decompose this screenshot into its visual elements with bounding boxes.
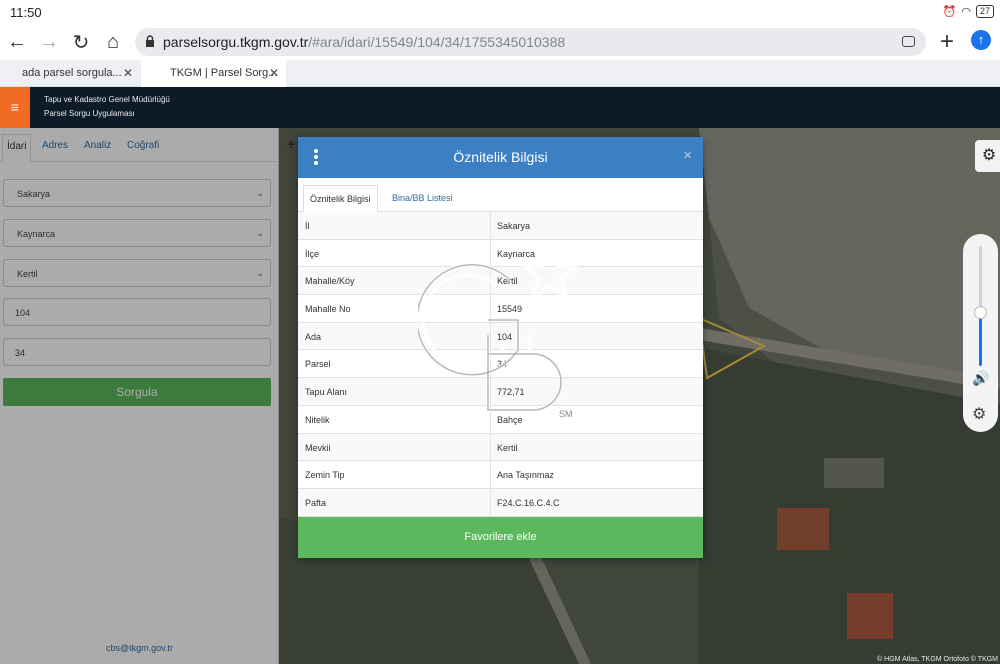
column-divider: [490, 212, 491, 239]
status-bar: 11:50 ⏰ ◠ 27: [0, 0, 1000, 24]
attribute-value: 15549: [497, 304, 523, 315]
volume-slider-knob[interactable]: [974, 306, 987, 319]
tab-switcher-icon[interactable]: [902, 36, 915, 47]
url-text: parselsorgu.tkgm.gov.tr/#ara/idari/15549…: [163, 34, 566, 50]
column-divider: [490, 239, 491, 267]
attribute-key: İlçe: [305, 248, 320, 259]
volume-fill: [979, 312, 982, 366]
map-attribution: © HGM Atlas, TKGM Ortofoto © TKGM: [877, 656, 998, 663]
column-divider: [490, 461, 491, 488]
attribute-key: Mevkii: [305, 442, 331, 453]
dialog-header: Öznitelik Bilgisi ×: [298, 137, 703, 178]
lock-icon: [146, 35, 154, 47]
table-row: Mevkii Kertil: [298, 433, 703, 462]
attribute-key: Pafta: [305, 497, 327, 508]
attribute-key: Zemin Tip: [305, 470, 345, 481]
attribute-info-dialog: Öznitelik Bilgisi × Öznitelik Bilgisi Bi…: [298, 137, 703, 558]
address-bar[interactable]: parselsorgu.tkgm.gov.tr/#ara/idari/15549…: [135, 28, 926, 56]
back-icon[interactable]: ←: [4, 29, 30, 55]
new-tab-icon[interactable]: +: [934, 28, 960, 55]
table-row: Mahalle/Köy Kertil: [298, 267, 703, 296]
table-row: İl Sakarya: [298, 212, 703, 240]
attribute-value: 34: [497, 359, 508, 370]
browser-toolbar: ← → ↻ ⌂ parselsorgu.tkgm.gov.tr/#ara/ida…: [0, 24, 1000, 60]
attribute-table: İl Sakarya İlçe Kaynarca Mahalle/Köy Kertil Ma…: [298, 212, 703, 517]
attribute-value: Kertil: [497, 276, 518, 287]
modal-backdrop-sidebar: [0, 128, 279, 664]
home-icon[interactable]: ⌂: [100, 29, 126, 55]
attribute-value: Sakarya: [497, 221, 531, 231]
table-row: Ada 104: [298, 322, 703, 351]
table-row: İlçe Kaynarca: [298, 239, 703, 268]
column-divider: [490, 405, 491, 433]
attribute-value: Bahçe: [497, 414, 523, 425]
hamburger-menu-icon[interactable]: ≡: [0, 87, 30, 128]
tab-tkgm[interactable]: TKGM | Parsel Sorg... ✕: [141, 60, 286, 87]
sound-settings-gear-icon[interactable]: ⚙: [972, 404, 986, 424]
map-settings-gear-icon[interactable]: ⚙: [975, 140, 1000, 172]
alarm-icon: ⏰: [942, 6, 957, 18]
dialog-tabs: Öznitelik Bilgisi Bina/BB Listesi: [298, 178, 703, 213]
attribute-key: Parsel: [305, 359, 331, 370]
battery-icon: 27: [975, 5, 994, 18]
attribute-key: Mahalle/Köy: [305, 276, 355, 287]
attribute-key: Tapu Alanı: [305, 387, 348, 398]
table-row: Parsel 34: [298, 350, 703, 379]
attribute-value: Ana Taşınmaz: [497, 470, 554, 481]
attribute-value: 104: [497, 331, 513, 342]
table-row: Zemin Tip Ana Taşınmaz: [298, 461, 703, 489]
column-divider: [490, 295, 491, 322]
attribute-key: İl: [305, 221, 310, 231]
upload-icon[interactable]: ↑: [971, 30, 991, 50]
attribute-key: Ada: [305, 331, 322, 342]
table-row: Tapu Alanı 772,71: [298, 378, 703, 406]
attribute-key: Nitelik: [305, 414, 330, 425]
column-divider: [490, 433, 491, 461]
wifi-icon: ◠: [961, 6, 971, 18]
attribute-value: Kertil: [497, 442, 518, 453]
status-icons: ⏰ ◠ 27: [943, 5, 994, 18]
app-title-line1: Tapu ve Kadastro Genel Müdürlüğü: [44, 95, 170, 104]
close-icon[interactable]: ×: [683, 147, 692, 164]
add-to-favorites-button[interactable]: Favorilere ekle: [298, 517, 703, 558]
attribute-value: 772,71: [497, 387, 525, 398]
column-divider: [490, 267, 491, 295]
tab-ada-parsel[interactable]: ada parsel sorgula... ✕: [0, 60, 140, 87]
tab-oznitelik[interactable]: Öznitelik Bilgisi: [303, 185, 378, 213]
column-divider: [490, 488, 491, 516]
reload-icon[interactable]: ↻: [68, 29, 94, 55]
clock: 11:50: [10, 5, 42, 20]
forward-icon[interactable]: →: [36, 29, 62, 55]
column-divider: [490, 350, 491, 378]
column-divider: [490, 378, 491, 405]
table-row: Pafta F24.C.16.C.4.C: [298, 488, 703, 517]
app-title-line2: Parsel Sorgu Uygulaması: [44, 109, 135, 118]
table-row: Mahalle No 15549: [298, 295, 703, 323]
volume-panel[interactable]: 🔊 ⚙: [963, 234, 998, 432]
column-divider: [490, 322, 491, 350]
attribute-value: F24.C.16.C.4.C: [497, 497, 560, 508]
tab-bina-bb-listesi[interactable]: Bina/BB Listesi: [386, 185, 459, 213]
browser-tabs: ada parsel sorgula... ✕ TKGM | Parsel So…: [0, 60, 1000, 87]
attribute-key: Mahalle No: [305, 304, 351, 315]
app-header: ≡ Tapu ve Kadastro Genel Müdürlüğü Parse…: [0, 87, 1000, 128]
table-row: Nitelik Bahçe: [298, 405, 703, 434]
close-tab-icon[interactable]: ✕: [123, 66, 133, 80]
dialog-title: Öznitelik Bilgisi: [453, 149, 548, 165]
attribute-value: Kaynarca: [497, 248, 536, 259]
close-tab-icon[interactable]: ✕: [269, 66, 279, 80]
speaker-icon[interactable]: 🔊: [972, 370, 989, 387]
search-sidebar: İdari Adres Analiz Coğrafi Sakarya ⌄ Kayn…: [0, 128, 279, 664]
